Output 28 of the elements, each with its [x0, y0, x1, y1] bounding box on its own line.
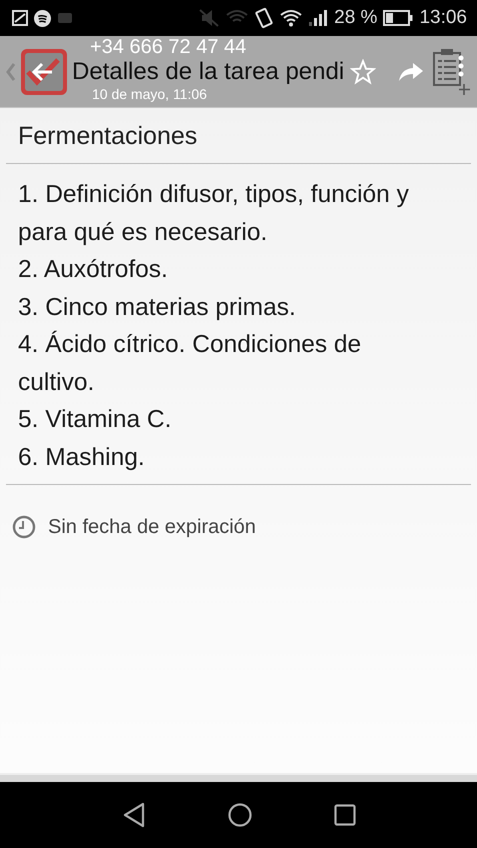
task-title: Fermentaciones [17, 121, 198, 152]
screen-title: Detalles de la tarea pendi [72, 60, 344, 84]
mute-icon [198, 8, 220, 28]
star-icon[interactable] [350, 58, 376, 84]
description-line: 4. Ácido cítrico. Condiciones de cultivo. [18, 330, 362, 398]
image-icon [12, 10, 28, 26]
clipboard-add-icon[interactable] [432, 48, 472, 96]
battery-percentage: 28 % [334, 7, 378, 29]
recents-icon[interactable] [334, 804, 356, 826]
battery-icon [383, 10, 414, 26]
clock-time: 13:06 [419, 7, 467, 29]
music-app-icon [34, 10, 51, 26]
description-line: 5. Vitamina C. [18, 405, 172, 435]
chevron-icon [6, 62, 16, 82]
back-icon[interactable] [122, 802, 146, 828]
notification-sender: +34 666 72 47 44 [90, 37, 246, 58]
notification-time: 10 de mayo, 11:06 [92, 86, 207, 103]
vibrate-icon [254, 7, 274, 29]
signal-icon [308, 9, 328, 27]
description-line: 6. Mashing. [18, 442, 146, 472]
home-icon[interactable] [228, 803, 252, 827]
description-line: 1. Definición difusor, tipos, función y para qué es necesario. [18, 180, 410, 248]
description-line: 3. Cinco materias primas. [18, 292, 297, 322]
description-line: 2. Auxótrofos. [18, 255, 169, 285]
due-date-text: Sin fecha de expiración [48, 516, 256, 538]
clock-icon [12, 515, 36, 539]
app-logo-icon[interactable] [20, 48, 68, 96]
wifi-icon [280, 9, 302, 27]
